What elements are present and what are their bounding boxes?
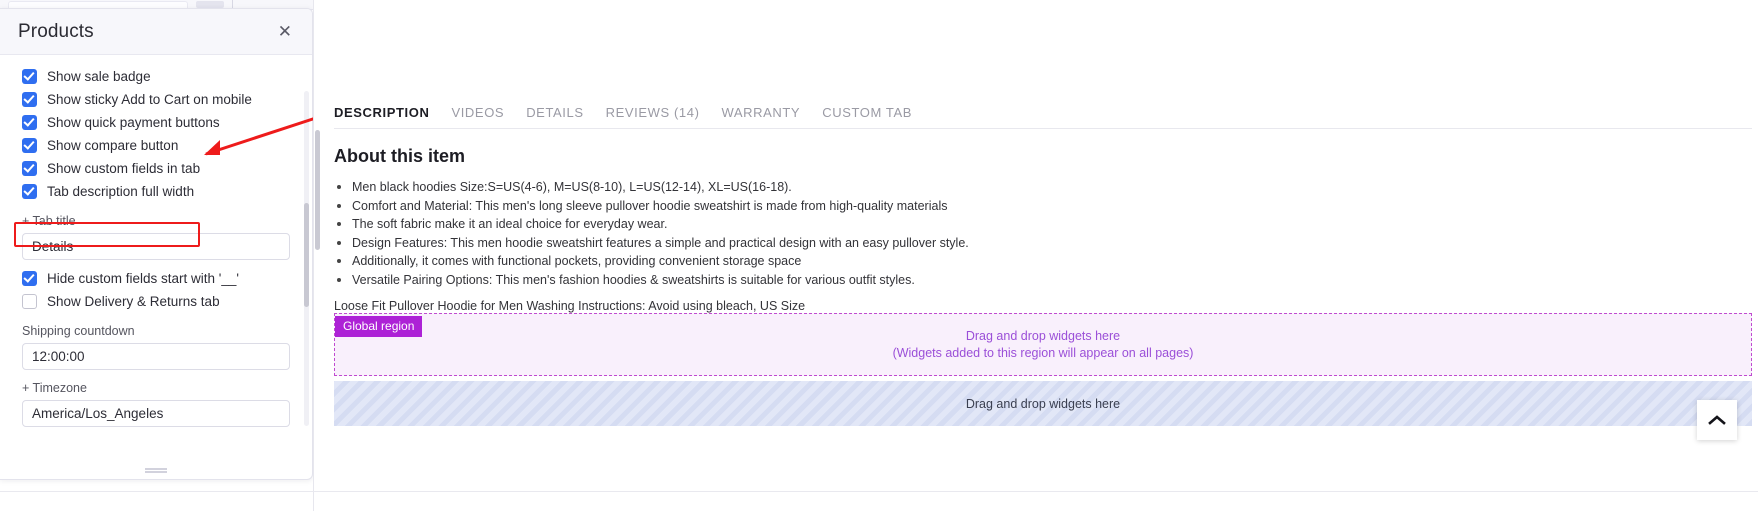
tabs-divider (334, 128, 1752, 129)
checkbox-label: Show Delivery & Returns tab (47, 294, 220, 309)
product-preview-content: DESCRIPTION VIDEOS DETAILS REVIEWS (14) … (313, 0, 1758, 511)
screen-root: Products ✕ Show sale badge Show sticky A… (0, 0, 1758, 511)
checkbox-hide-custom-fields[interactable] (22, 271, 37, 286)
checkbox-label: Hide custom fields start with '__' (47, 271, 239, 286)
checkbox-row-show-compare-button[interactable]: Show compare button (22, 134, 290, 157)
global-region-dropzone[interactable]: Global region Drag and drop widgets here… (334, 313, 1752, 376)
checkbox-label: Show custom fields in tab (47, 161, 201, 176)
bottom-divider (0, 491, 1758, 492)
global-region-hint-primary: Drag and drop widgets here (965, 329, 1121, 343)
list-item: Versatile Pairing Options: This men's fa… (334, 271, 1334, 290)
shipping-countdown-input[interactable]: 12:00:00 (22, 343, 290, 370)
timezone-input[interactable]: America/Los_Angeles (22, 400, 290, 427)
panel-fields: Show sale badge Show sticky Add to Cart … (0, 65, 312, 427)
checkbox-show-compare-button[interactable] (22, 138, 37, 153)
checkbox-show-sticky-add-to-cart[interactable] (22, 92, 37, 107)
checkbox-label: Show quick payment buttons (47, 115, 220, 130)
global-region-hint-secondary: (Widgets added to this region will appea… (892, 346, 1194, 360)
widgets-dropzone[interactable]: Drag and drop widgets here (334, 381, 1752, 426)
panel-scrollbar-thumb[interactable] (304, 203, 309, 307)
list-item: Design Features: This men hoodie sweatsh… (334, 234, 1334, 253)
checkbox-row-show-custom-fields-in-tab[interactable]: Show custom fields in tab (22, 157, 290, 180)
tab-reviews[interactable]: REVIEWS (14) (606, 105, 722, 128)
panel-body: Show sale badge Show sticky Add to Cart … (0, 55, 312, 479)
checkbox-row-show-quick-payment-buttons[interactable]: Show quick payment buttons (22, 111, 290, 134)
tab-custom-tab[interactable]: CUSTOM TAB (822, 105, 934, 128)
checkbox-show-delivery-returns-tab[interactable] (22, 294, 37, 309)
checkbox-row-show-sale-badge[interactable]: Show sale badge (22, 65, 290, 88)
widgets-dropzone-hint: Drag and drop widgets here (965, 396, 1121, 411)
feature-bullet-list: Men black hoodies Size:S=US(4-6), M=US(8… (334, 178, 1334, 289)
checkbox-show-quick-payment-buttons[interactable] (22, 115, 37, 130)
checkbox-show-sale-badge[interactable] (22, 69, 37, 84)
list-item: Men black hoodies Size:S=US(4-6), M=US(8… (334, 178, 1334, 197)
panel-title: Products (18, 20, 94, 42)
top-strip-block (196, 1, 224, 8)
global-region-badge: Global region (335, 316, 423, 337)
checkbox-label: Show compare button (47, 138, 179, 153)
close-icon[interactable]: ✕ (274, 19, 296, 44)
content-scrollbar-thumb[interactable] (315, 130, 320, 250)
panel-resize-handle[interactable] (0, 467, 312, 474)
checkbox-row-tab-description-full-width[interactable]: Tab description full width (22, 180, 290, 203)
tab-title-input[interactable]: Details (22, 233, 290, 260)
checkbox-row-show-sticky-add-to-cart[interactable]: Show sticky Add to Cart on mobile (22, 88, 290, 111)
chevron-up-icon (1708, 415, 1726, 425)
top-strip-tab (8, 1, 188, 8)
tab-details[interactable]: DETAILS (526, 105, 605, 128)
checkbox-row-hide-custom-fields[interactable]: Hide custom fields start with '__' (22, 267, 290, 290)
list-item: Comfort and Material: This men's long sl… (334, 197, 1334, 216)
tab-videos[interactable]: VIDEOS (451, 105, 526, 128)
list-item: The soft fabric make it an ideal choice … (334, 215, 1334, 234)
checkbox-label: Show sale badge (47, 69, 151, 84)
scroll-to-top-button[interactable] (1697, 400, 1737, 440)
tab-description[interactable]: DESCRIPTION (334, 105, 451, 128)
shipping-countdown-label: Shipping countdown (22, 324, 135, 338)
product-tabs: DESCRIPTION VIDEOS DETAILS REVIEWS (14) … (334, 100, 1734, 128)
products-settings-panel: Products ✕ Show sale badge Show sticky A… (0, 8, 313, 480)
washing-instructions-text: Loose Fit Pullover Hoodie for Men Washin… (334, 299, 806, 313)
list-item: Additionally, it comes with functional p… (334, 252, 1334, 271)
checkbox-show-custom-fields-in-tab[interactable] (22, 161, 37, 176)
checkbox-label: Tab description full width (47, 184, 195, 199)
checkbox-row-show-delivery-returns-tab[interactable]: Show Delivery & Returns tab (22, 290, 290, 313)
tab-title-label: + Tab title (22, 214, 76, 228)
about-this-item-heading: About this item (334, 146, 465, 166)
checkbox-label: Show sticky Add to Cart on mobile (47, 92, 252, 107)
timezone-label: + Timezone (22, 381, 87, 395)
checkbox-tab-description-full-width[interactable] (22, 184, 37, 199)
panel-header: Products ✕ (0, 9, 312, 55)
tab-warranty[interactable]: WARRANTY (722, 105, 823, 128)
